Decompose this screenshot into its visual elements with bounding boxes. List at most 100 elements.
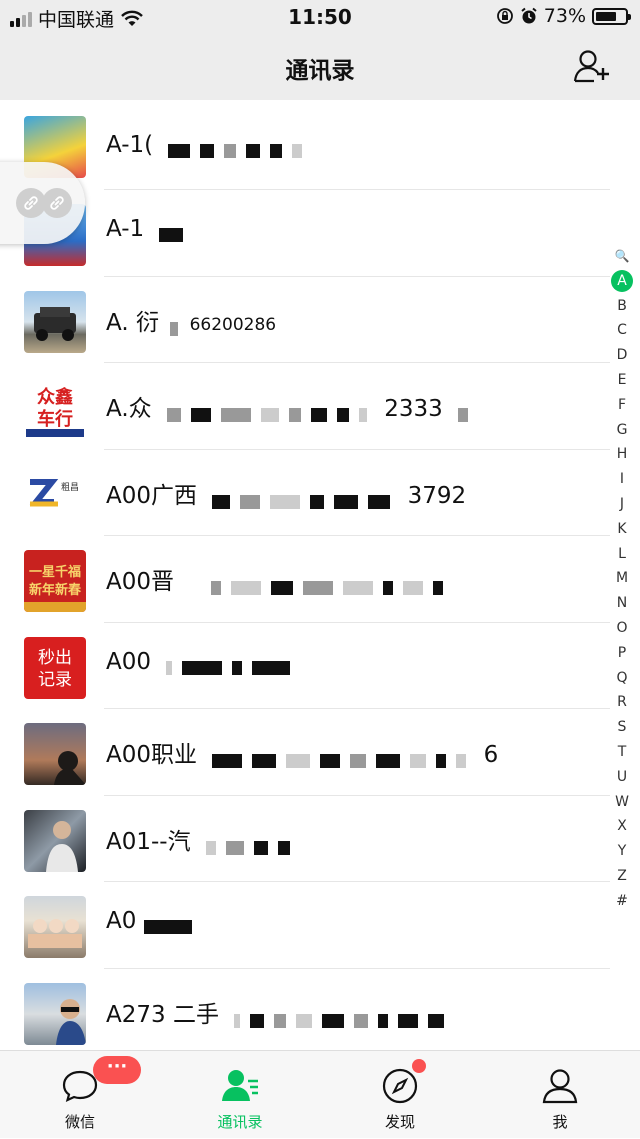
- blurred-text: [170, 315, 182, 336]
- avatar: 众鑫 车行: [24, 377, 86, 439]
- index-letter[interactable]: E: [611, 368, 633, 393]
- index-letter[interactable]: C: [611, 318, 633, 343]
- contact-row[interactable]: 一星千福 新年新春 A00晋: [0, 536, 610, 623]
- blurred-text: [234, 1007, 454, 1028]
- contact-row[interactable]: A273 二手: [0, 969, 610, 1055]
- index-letter[interactable]: A: [611, 270, 633, 293]
- index-letter[interactable]: X: [611, 814, 633, 839]
- avatar: 秒出 记录: [24, 636, 86, 699]
- svg-text:一星千福: 一星千福: [29, 564, 81, 579]
- blurred-text: [212, 488, 400, 509]
- tab-bar: 微信 ··· 通讯录 发现 我: [0, 1050, 640, 1138]
- contact-name: A00: [106, 648, 152, 675]
- index-letter[interactable]: J: [611, 492, 633, 517]
- add-friend-icon[interactable]: [572, 48, 612, 84]
- tab-label: 我: [552, 1113, 568, 1131]
- blurred-text: [458, 402, 478, 422]
- index-letter[interactable]: M: [611, 566, 633, 591]
- avatar: [24, 290, 86, 353]
- index-letter[interactable]: F: [611, 393, 633, 418]
- index-letter[interactable]: L: [611, 542, 633, 567]
- contact-name: A-1: [106, 216, 145, 242]
- index-letter[interactable]: S: [611, 715, 633, 740]
- index-letter[interactable]: H: [611, 442, 633, 467]
- alphabet-index-bar[interactable]: 🔍 A B C D E F G H I J K L M N O P Q R S T U W X Y Z #: [610, 244, 634, 914]
- tab-discover[interactable]: 发现: [320, 1051, 480, 1139]
- contact-row[interactable]: A01--汽: [0, 796, 610, 882]
- index-letter[interactable]: N: [611, 591, 633, 616]
- contact-row[interactable]: A. 衍 66200286: [0, 277, 610, 363]
- index-letter[interactable]: O: [611, 616, 633, 641]
- contact-name: A.众: [106, 396, 152, 422]
- index-letter[interactable]: D: [611, 343, 633, 368]
- svg-text:众鑫: 众鑫: [37, 386, 73, 407]
- index-letter[interactable]: U: [611, 765, 633, 790]
- index-letter[interactable]: R: [611, 690, 633, 715]
- contact-row[interactable]: A-1(: [0, 116, 610, 190]
- index-letter[interactable]: P: [611, 641, 633, 666]
- index-letter[interactable]: Z: [611, 864, 633, 889]
- unread-badge: ···: [93, 1056, 141, 1084]
- index-letter[interactable]: Q: [611, 666, 633, 691]
- contact-suffix: 2333: [384, 396, 443, 422]
- blurred-text: [211, 575, 453, 595]
- svg-text:秒出: 秒出: [38, 648, 72, 667]
- index-letter[interactable]: Y: [611, 839, 633, 864]
- contact-row[interactable]: 秒出 记录 A00: [0, 623, 610, 709]
- blurred-text: [166, 654, 300, 675]
- contact-row[interactable]: A00职业 6: [0, 709, 610, 796]
- page-title: 通讯录: [285, 58, 355, 84]
- index-letter[interactable]: B: [611, 294, 633, 319]
- index-letter[interactable]: K: [611, 517, 633, 542]
- avatar: [24, 982, 86, 1045]
- floating-window-pill[interactable]: [0, 162, 85, 244]
- contact-name: A00职业: [106, 742, 198, 768]
- index-letter[interactable]: I: [611, 467, 633, 492]
- alarm-icon: [521, 7, 537, 24]
- blurred-text: [159, 222, 193, 242]
- tab-me[interactable]: 我: [480, 1051, 640, 1139]
- avatar: [24, 809, 86, 872]
- link-icon: [42, 188, 72, 218]
- index-letter[interactable]: T: [611, 740, 633, 765]
- index-letter[interactable]: W: [611, 790, 633, 815]
- index-search-icon[interactable]: 🔍: [611, 244, 633, 269]
- svg-text:车行: 车行: [37, 408, 73, 429]
- contact-name: A00晋: [106, 569, 175, 595]
- battery-icon: [592, 7, 631, 25]
- contact-list[interactable]: A-1( A-1 A. 衍 66200286 众鑫 车行 A.众 2333 粗昌…: [0, 116, 610, 1055]
- avatar: 粗昌: [24, 463, 86, 526]
- contact-name: A273 二手: [106, 1001, 219, 1028]
- battery-percent: 73%: [543, 5, 586, 27]
- profile-icon: [542, 1069, 578, 1104]
- contact-row[interactable]: 粗昌 A00广西 3792: [0, 450, 610, 536]
- tab-label: 微信: [64, 1113, 95, 1131]
- blurred-text: [205, 834, 300, 855]
- contact-name: A0: [106, 908, 137, 934]
- blurred-text: [212, 748, 476, 768]
- svg-text:粗昌: 粗昌: [61, 481, 79, 492]
- svg-text:新年新春: 新年新春: [29, 582, 82, 597]
- tab-label: 通讯录: [217, 1113, 263, 1131]
- avatar: 一星千福 新年新春: [24, 550, 86, 612]
- index-letter[interactable]: #: [611, 889, 633, 914]
- new-dot-badge: [412, 1059, 426, 1073]
- blurred-text: [168, 138, 312, 158]
- contact-suffix: 3792: [407, 482, 467, 509]
- contact-suffix: 6: [483, 742, 499, 768]
- contact-row[interactable]: A0: [0, 882, 610, 969]
- contact-name: A01--汽: [106, 828, 191, 855]
- blurred-text: [166, 402, 377, 422]
- contacts-icon: [222, 1070, 258, 1101]
- tab-contacts[interactable]: 通讯录: [160, 1051, 320, 1139]
- contact-name: A. 衍: [106, 309, 159, 336]
- contact-name: A-1(: [106, 132, 154, 158]
- status-bar: 中国联通 11:50 73%: [0, 0, 640, 34]
- contact-row[interactable]: 众鑫 车行 A.众 2333: [0, 363, 610, 450]
- compass-icon: [382, 1068, 418, 1104]
- contact-suffix: 66200286: [189, 314, 277, 335]
- index-letter[interactable]: G: [611, 418, 633, 443]
- avatar: [24, 896, 86, 958]
- contact-row[interactable]: A-1: [0, 190, 610, 277]
- tab-label: 发现: [384, 1113, 415, 1131]
